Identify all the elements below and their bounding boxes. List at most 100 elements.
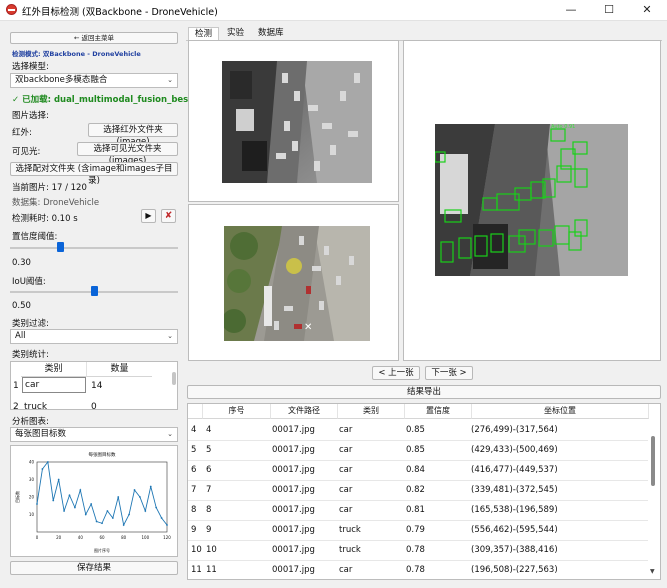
table-row[interactable]: 5 5 00017.jpg car 0.85 (429,433)-(500,469) <box>188 440 648 461</box>
line-chart: 每张图目标数图片序号 目标数 0 20 40 60 80 100 120 10 20 30 40 <box>14 451 171 553</box>
prev-image-button[interactable]: < 上一张 <box>372 366 420 380</box>
table-cell-class: car <box>339 445 353 455</box>
table-cell-class: truck <box>339 545 361 555</box>
confidence-slider-handle[interactable] <box>56 242 64 252</box>
table-cell-conf: 0.79 <box>406 525 425 535</box>
table-cell-id: 5 <box>206 445 212 455</box>
image-select-label: 图片选择: <box>12 111 49 121</box>
table-cell-id: 10 <box>206 545 217 555</box>
select-visible-folder-button[interactable]: 选择可见光文件夹(images) <box>77 142 178 166</box>
stop-icon: ✘ <box>164 211 173 221</box>
confidence-slider[interactable] <box>10 247 178 249</box>
table-cell-class: car <box>339 465 353 475</box>
confidence-label: 置信度阈值: <box>12 232 58 242</box>
left-control-panel: ← 返回主菜单 检测模式: 双Backbone - DroneVehicle 选… <box>7 27 206 581</box>
table-scrollbar[interactable] <box>651 436 655 486</box>
model-select[interactable]: 双backbone多模态融合 ⌄ <box>10 73 178 88</box>
table-cell-coords: (165,538)-(196,589) <box>471 505 558 515</box>
plot-frame <box>36 461 168 533</box>
series-line <box>36 460 168 527</box>
table-cell-class: truck <box>339 525 361 535</box>
table-cell-id: 8 <box>206 505 212 515</box>
data-point <box>79 489 82 491</box>
table-row[interactable]: 7 7 00017.jpg car 0.82 (339,481)-(372,545) <box>188 480 648 501</box>
table-cell-id: 9 <box>206 525 212 535</box>
analysis-select[interactable]: 每张图目标数 ⌄ <box>10 427 178 442</box>
stats-count-cell: 0 <box>91 402 97 410</box>
x-tick-label: 60 <box>99 535 105 540</box>
data-point <box>155 506 158 509</box>
chevron-down-icon: ⌄ <box>167 76 173 84</box>
table-row[interactable]: 8 8 00017.jpg car 0.81 (165,538)-(196,589) <box>188 500 648 521</box>
table-cell-file: 00017.jpg <box>272 525 315 535</box>
table-cell-conf: 0.82 <box>406 485 425 495</box>
stats-header-count: 数量 <box>87 362 152 377</box>
table-row[interactable]: 10 10 00017.jpg truck 0.78 (309,357)-(388,416… <box>188 540 648 561</box>
table-cell-file: 00017.jpg <box>272 445 315 455</box>
scroll-down-icon[interactable]: ▼ <box>650 568 655 575</box>
close-window-button[interactable]: ✕ <box>628 0 666 20</box>
data-point <box>111 517 114 519</box>
table-cell-id: 7 <box>206 485 212 495</box>
table-row[interactable]: 1 car 14 <box>11 377 171 395</box>
stats-scrollbar[interactable] <box>172 372 176 385</box>
next-image-button[interactable]: 下一张 > <box>425 366 473 380</box>
table-cell-file: 00017.jpg <box>272 565 315 575</box>
data-point <box>166 524 168 526</box>
header-index[interactable]: 序号 <box>203 404 271 419</box>
chevron-down-icon: ⌄ <box>167 332 173 340</box>
data-point <box>95 520 98 523</box>
table-row[interactable]: 9 9 00017.jpg truck 0.79 (556,462)-(595,544) <box>188 520 648 541</box>
table-cell-row: 4 <box>191 425 197 435</box>
row-index: 1 <box>13 381 19 391</box>
y-tick-label: 30 <box>29 477 35 482</box>
data-point <box>36 503 38 505</box>
table-row[interactable]: 11 11 00017.jpg car 0.78 (196,508)-(227,563) <box>188 560 648 579</box>
header-file[interactable]: 文件路径 <box>271 404 338 419</box>
select-paired-folder-button[interactable]: 选择配对文件夹 (含image和images子目录) <box>10 162 178 186</box>
x-tick-label: 120 <box>163 535 171 540</box>
table-cell-conf: 0.85 <box>406 445 425 455</box>
iou-slider-handle[interactable] <box>90 286 98 296</box>
detection-label: Auto 0.91 <box>551 124 575 130</box>
table-cell-row: 6 <box>191 465 197 475</box>
table-cell-class: car <box>339 425 353 435</box>
maximize-button[interactable]: ☐ <box>590 0 628 20</box>
analysis-select-value: 每张图目标数 <box>15 429 67 439</box>
table-cell-row: 5 <box>191 445 197 455</box>
select-ir-folder-button[interactable]: 选择红外文件夹(image) <box>88 123 178 147</box>
header-class[interactable]: 类别 <box>338 404 405 419</box>
data-point <box>149 485 152 488</box>
back-to-menu-button[interactable]: ← 返回主菜单 <box>10 32 178 44</box>
table-cell-coords: (339,481)-(372,545) <box>471 485 558 495</box>
stop-button[interactable]: ✘ <box>161 209 176 223</box>
table-row[interactable]: 2 truck 0 <box>11 398 171 410</box>
header-coordinates[interactable]: 坐标位置 <box>472 404 649 419</box>
class-filter-value: All <box>15 331 26 341</box>
analysis-label: 分析图表: <box>12 417 49 427</box>
export-results-button[interactable]: 结果导出 <box>187 385 661 399</box>
data-point <box>63 510 65 512</box>
close-icon: ✕ <box>304 322 312 333</box>
table-row[interactable]: 6 6 00017.jpg car 0.84 (416,477)-(449,537) <box>188 460 648 481</box>
tab-experiment[interactable]: 实验 <box>221 27 250 40</box>
stats-class-cell: car <box>22 377 86 393</box>
minimize-button[interactable]: — <box>552 0 590 20</box>
tab-detect[interactable]: 检测 <box>188 27 220 41</box>
play-button[interactable]: ▶ <box>141 209 156 223</box>
ir-label: 红外: <box>12 128 32 138</box>
results-table: 序号 文件路径 类别 置信度 坐标位置 4 4 00017.jpg car 0.85 (2… <box>187 403 661 580</box>
table-row[interactable]: 4 4 00017.jpg car 0.85 (276,499)-(317,564) <box>188 420 648 441</box>
class-stats-label: 类别统计: <box>12 350 49 360</box>
row-index: 2 <box>13 402 19 410</box>
table-cell-row: 10 <box>191 545 202 555</box>
class-filter-select[interactable]: All ⌄ <box>10 329 178 344</box>
tab-database[interactable]: 数据库 <box>252 27 290 40</box>
x-tick-label: 80 <box>121 535 127 540</box>
detection-result-pane: Auto 0.91 <box>403 40 661 361</box>
header-confidence[interactable]: 置信度 <box>405 404 472 419</box>
stats-header-class: 类别 <box>21 362 87 377</box>
save-results-button[interactable]: 保存结果 <box>10 561 178 575</box>
table-cell-class: car <box>339 485 353 495</box>
title-bar: 红外目标检测 (双Backbone - DroneVehicle) — ☐ ✕ <box>0 0 667 21</box>
